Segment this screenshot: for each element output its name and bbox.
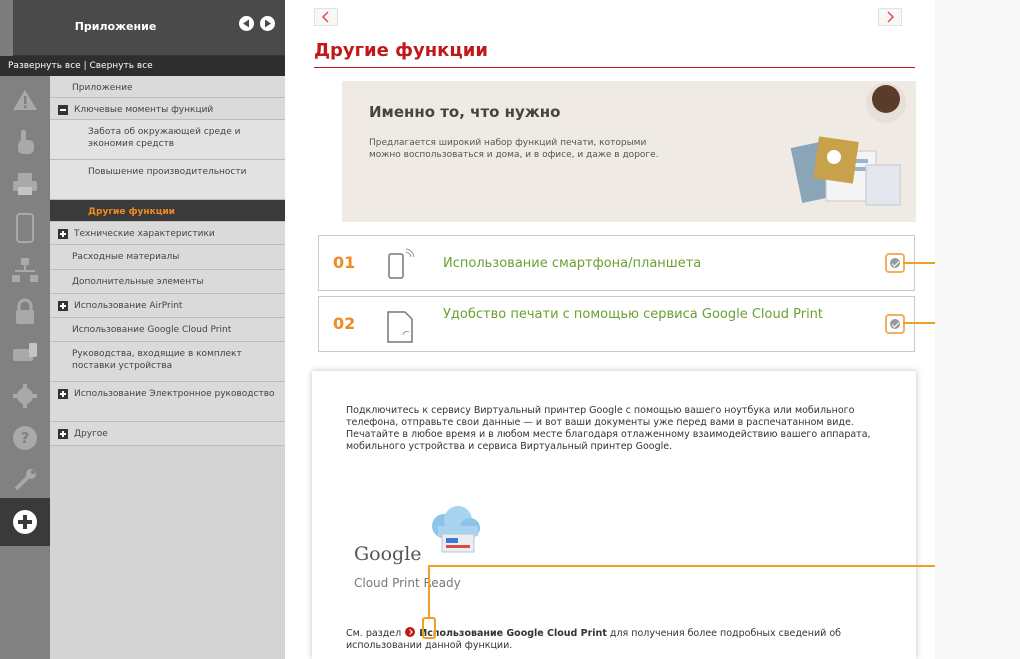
title-divider: [314, 67, 915, 68]
callout-highlight-b: [422, 617, 436, 639]
cloud-print-ready-text: Cloud Print Ready: [354, 576, 461, 590]
feature-link[interactable]: Использование смартфона/планшета: [443, 256, 701, 271]
wrench-icon[interactable]: [0, 456, 50, 504]
prev-chapter-button[interactable]: [239, 16, 254, 31]
tree-item-other-functions[interactable]: Другие функции: [50, 200, 285, 222]
tree-item-appendix[interactable]: Приложение: [50, 76, 285, 98]
callout-line-b-vertical: [428, 566, 430, 617]
panel-description: Подключитесь к сервису Виртуальный принт…: [346, 405, 871, 452]
cloud-print-document-icon: [387, 311, 413, 343]
sidebar-header: Приложение: [13, 0, 285, 56]
feature-number: 02: [333, 314, 356, 333]
chevron-down-icon: [890, 319, 900, 329]
tree-item-airprint[interactable]: Использование AirPrint: [50, 294, 285, 318]
sidebar-icon-strip: ?: [0, 76, 50, 659]
tree-item-label: Приложение: [72, 83, 133, 93]
chevron-left-icon: [321, 11, 329, 23]
previous-page-button[interactable]: [314, 8, 338, 26]
tree-item-label: Повышение производительности: [88, 167, 247, 177]
banner-heading: Именно то, что нужно: [369, 103, 561, 121]
tree-item-e-manual[interactable]: Использование Электронное руководство: [50, 382, 285, 422]
plus-circle-icon[interactable]: [0, 498, 50, 546]
smartphone-icon: [388, 248, 415, 279]
page-title: Другие функции: [314, 40, 488, 61]
help-icon[interactable]: ?: [0, 414, 50, 462]
expanded-panel: Подключитесь к сервису Виртуальный принт…: [312, 371, 916, 659]
tree-item-label: Использование Google Cloud Print: [72, 325, 232, 335]
callout-line-b: [428, 565, 993, 567]
expand-toggle-button[interactable]: [885, 314, 905, 334]
tree-item-label: Технические характеристики: [74, 229, 215, 239]
feature-link[interactable]: Удобство печати с помощью сервиса Google…: [443, 307, 863, 322]
tree-item-consumables[interactable]: Расходные материалы: [50, 245, 285, 270]
expand-collapse-bar: Развернуть все | Свернуть все: [0, 56, 285, 76]
feature-number: 01: [333, 253, 356, 272]
banner-text: Предлагается широкий набор функций печат…: [369, 138, 659, 160]
expand-toggle-icon[interactable]: [58, 229, 68, 239]
tree-item-other[interactable]: Другое: [50, 422, 285, 446]
expand-toggle-icon[interactable]: [58, 301, 68, 311]
expand-toggle-icon[interactable]: [58, 389, 68, 399]
tree-item-label: Расходные материалы: [72, 252, 180, 262]
tree-item-label: Использование AirPrint: [74, 301, 183, 311]
tree-item-label: Другое: [74, 429, 108, 439]
mobile-print-icon[interactable]: [0, 330, 50, 378]
tree-item-label: Ключевые моменты функций: [74, 105, 214, 115]
intro-banner: Именно то, что нужно Предлагается широки…: [342, 81, 916, 222]
printer-icon[interactable]: [0, 160, 50, 208]
right-gutter: [935, 0, 1020, 659]
tree-item-specifications[interactable]: Технические характеристики: [50, 222, 285, 245]
sidebar-title: Приложение: [74, 20, 157, 33]
tree-item-key-features[interactable]: Ключевые моменты функций: [50, 98, 285, 120]
expand-toggle-icon[interactable]: [58, 429, 68, 439]
tree-item-manuals[interactable]: Руководства, входящие в комплект поставк…: [50, 342, 285, 382]
chevron-down-icon: [890, 258, 900, 268]
collapse-all-link[interactable]: Свернуть все: [89, 61, 152, 71]
sidebar: Приложение Развернуть все | Свернуть все: [0, 0, 285, 659]
next-page-button[interactable]: [878, 8, 902, 26]
see-also-link[interactable]: Использование Google Cloud Print: [419, 628, 607, 639]
collapse-toggle-icon[interactable]: [58, 105, 68, 115]
tree-item-label: Дополнительные элементы: [72, 277, 204, 287]
next-chapter-button[interactable]: [260, 16, 275, 31]
tree-item-options[interactable]: Дополнительные элементы: [50, 270, 285, 294]
expand-all-link[interactable]: Развернуть все: [8, 61, 81, 71]
tree-item-label: Руководства, входящие в комплект поставк…: [72, 349, 242, 371]
triangle-left-icon: [243, 19, 249, 28]
warning-icon[interactable]: [0, 76, 50, 124]
tree-item-productivity[interactable]: Повышение производительности: [50, 160, 285, 200]
banner-illustration: [790, 83, 906, 206]
cloud-printer-icon: [432, 506, 480, 553]
chevron-right-icon: [887, 11, 895, 23]
smartphone-icon[interactable]: [0, 204, 50, 252]
tree-item-label: Использование Электронное руководство: [74, 389, 275, 399]
lock-icon[interactable]: [0, 288, 50, 336]
tree-item-label: Другие функции: [88, 207, 175, 217]
tree-item-google-cloud-print[interactable]: Использование Google Cloud Print: [50, 318, 285, 342]
google-logo-text: Google: [354, 543, 422, 565]
sidebar-tree: Приложение Ключевые моменты функций Забо…: [50, 76, 285, 659]
gear-icon[interactable]: [0, 372, 50, 420]
tree-item-eco[interactable]: Забота об окружающей среде и экономия ср…: [50, 120, 285, 160]
triangle-right-icon: [265, 19, 271, 28]
see-prefix: См. раздел: [346, 628, 402, 639]
tree-item-label: Забота об окружающей среде и экономия ср…: [88, 127, 241, 149]
feature-row-smartphone[interactable]: 01 Использование смартфона/планшета: [318, 235, 915, 291]
feature-row-cloud-print[interactable]: 02 Удобство печати с помощью сервиса Goo…: [318, 296, 915, 352]
hand-touch-icon[interactable]: [0, 118, 50, 166]
svg-text:?: ?: [21, 429, 30, 447]
network-icon[interactable]: [0, 246, 50, 294]
expand-toggle-button[interactable]: [885, 253, 905, 273]
link-arrow-icon: [405, 627, 416, 637]
